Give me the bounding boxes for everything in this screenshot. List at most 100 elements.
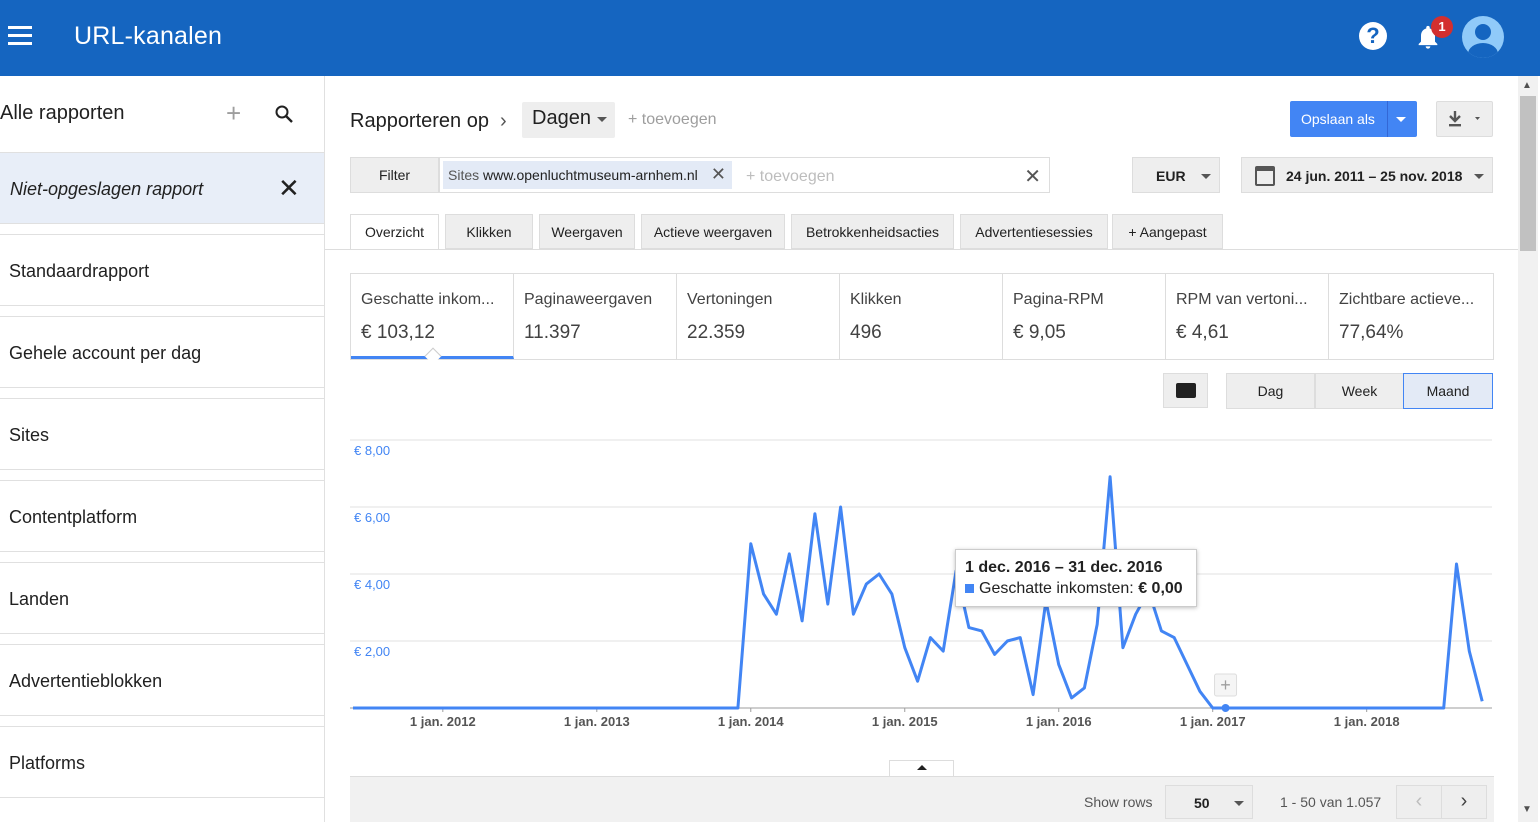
add-dimension-link[interactable]: + toevoegen (628, 111, 717, 129)
avatar[interactable] (1462, 16, 1504, 58)
tab-advertentiesessies[interactable]: Advertentiesessies (960, 214, 1108, 249)
tab-aangepast-label: Aangepast (1139, 224, 1207, 240)
x-tick-label: 1 jan. 2012 (410, 714, 476, 729)
metric-impressions[interactable]: Vertoningen 22.359 (677, 274, 840, 359)
remove-filter-icon[interactable]: ✕ (711, 164, 726, 185)
y-tick-label: € 2,00 (354, 644, 390, 659)
sidebar-item-standaardrapport[interactable]: Standaardrapport (0, 234, 324, 306)
filter-placeholder: + toevoegen (746, 168, 835, 185)
period-week-button[interactable]: Week (1315, 373, 1404, 409)
chevron-down-icon[interactable] (1396, 117, 1406, 122)
comment-icon (1176, 383, 1196, 398)
search-icon[interactable] (274, 104, 294, 124)
pagination-range: 1 - 50 van 1.057 (1280, 794, 1382, 810)
tab-actieve-weergaven[interactable]: Actieve weergaven (641, 214, 785, 249)
metric-clicks[interactable]: Klikken 496 (840, 274, 1003, 359)
next-page-button[interactable]: › (1441, 785, 1487, 819)
tooltip-date: 1 dec. 2016 – 31 dec. 2016 (965, 559, 1163, 576)
save-as-button[interactable]: Opslaan als (1290, 101, 1417, 137)
sidebar-item-unsaved-report[interactable]: Niet-opgeslagen rapport ✕ (0, 152, 324, 224)
series-line (353, 475, 1484, 710)
sidebar-header: Alle rapporten + (0, 76, 325, 152)
metric-active-view-viewable[interactable]: Zichtbare actieve... 77,64% (1329, 274, 1492, 359)
show-rows-label: Show rows (1084, 794, 1153, 810)
period-month-button[interactable]: Maand (1403, 373, 1493, 409)
x-tick-label: 1 jan. 2018 (1334, 714, 1400, 729)
previous-page-button[interactable]: ‹ (1396, 785, 1442, 819)
rows-per-page-value: 50 (1194, 795, 1210, 811)
sidebar-item-contentplatform[interactable]: Contentplatform (0, 480, 324, 552)
download-button[interactable] (1436, 101, 1493, 137)
chevron-down-icon (1474, 174, 1484, 179)
metric-value: 77,64% (1339, 322, 1404, 343)
sidebar-item-label: Gehele account per dag (9, 343, 202, 363)
metric-value: € 9,05 (1013, 322, 1066, 343)
x-tick-label: 1 jan. 2015 (872, 714, 938, 729)
add-report-icon[interactable]: + (226, 98, 241, 129)
date-range-select[interactable]: 24 jun. 2011 – 25 nov. 2018 (1241, 157, 1493, 193)
save-as-label: Opslaan als (1301, 111, 1375, 127)
sidebar-item-label: Landen (9, 589, 70, 609)
scrollbar-thumb[interactable] (1520, 96, 1536, 251)
metric-pageviews[interactable]: Paginaweergaven 11.397 (514, 274, 677, 359)
tooltip-series-name: Geschatte inkomsten: (979, 580, 1134, 597)
filter-input[interactable]: Sites www.openluchtmuseum-arnhem.nl ✕ + … (439, 157, 1050, 193)
rows-per-page-select[interactable]: 50 (1165, 785, 1253, 819)
metric-value: € 4,61 (1176, 322, 1229, 343)
metric-label: Paginaweergaven (524, 291, 653, 308)
filter-chip-value: www.openluchtmuseum-arnhem.nl (483, 167, 698, 183)
series-swatch (965, 584, 974, 593)
tooltip-value: € 0,00 (1138, 580, 1183, 597)
unsaved-report-label: Niet-opgeslagen rapport (10, 179, 204, 199)
report-main: Rapporteren op › Dagen + toevoegen Opsla… (325, 76, 1518, 822)
y-tick-label: € 4,00 (354, 577, 390, 592)
x-tick-label: 1 jan. 2017 (1180, 714, 1246, 729)
sidebar-item-gehele-account[interactable]: Gehele account per dag (0, 316, 324, 388)
close-icon[interactable]: ✕ (278, 173, 300, 204)
scroll-up-icon[interactable]: ▲ (1522, 80, 1532, 91)
sidebar-item-landen[interactable]: Landen (0, 562, 324, 634)
metric-value: € 103,12 (361, 322, 435, 343)
menu-icon[interactable] (8, 26, 32, 46)
metric-impression-rpm[interactable]: RPM van vertoni... € 4,61 (1166, 274, 1329, 359)
tab-aangepast[interactable]: + Aangepast (1112, 214, 1223, 249)
tooltip-series: Geschatte inkomsten: € 0,00 (965, 580, 1183, 598)
filter-button[interactable]: Filter (350, 157, 439, 193)
active-pointer (424, 347, 442, 365)
tab-weergaven[interactable]: Weergaven (539, 214, 635, 249)
metric-page-rpm[interactable]: Pagina-RPM € 9,05 (1003, 274, 1166, 359)
sidebar-item-label: Advertentieblokken (9, 671, 163, 691)
help-icon[interactable]: ? (1359, 22, 1387, 50)
metric-label: Zichtbare actieve... (1339, 291, 1475, 308)
sidebar-item-sites[interactable]: Sites (0, 398, 324, 470)
x-tick-label: 1 jan. 2014 (718, 714, 785, 729)
chart-canvas: € 8,00 € 6,00 € 4,00 € 2,00 1 jan. 2012 1 jan… (350, 439, 1492, 729)
tab-overzicht[interactable]: Overzicht (350, 214, 439, 250)
tab-klikken[interactable]: Klikken (445, 214, 533, 249)
filter-chip[interactable]: Sites www.openluchtmuseum-arnhem.nl ✕ (443, 161, 732, 189)
metric-value: 496 (850, 322, 882, 343)
metric-estimated-earnings[interactable]: Geschatte inkom... € 103,12 (351, 274, 514, 365)
app-title: URL-kanalen (74, 22, 223, 50)
scroll-down-icon[interactable]: ▼ (1522, 804, 1532, 815)
chevron-up-icon (917, 765, 927, 770)
chevron-down-icon (1234, 801, 1244, 806)
annotations-button[interactable] (1163, 373, 1208, 408)
divider (325, 249, 1518, 250)
breadcrumb-label: Rapporteren op (350, 110, 489, 132)
divider (1387, 101, 1388, 137)
download-icon (1449, 111, 1480, 127)
scrollbar[interactable]: ▲ ▼ (1518, 76, 1538, 822)
sidebar-item-platforms[interactable]: Platforms (0, 726, 324, 798)
metric-label: Vertoningen (687, 291, 773, 308)
currency-select[interactable]: EUR (1132, 157, 1220, 193)
sidebar-item-advertentieblokken[interactable]: Advertentieblokken (0, 644, 324, 716)
period-day-button[interactable]: Dag (1226, 373, 1315, 409)
clear-filter-icon[interactable]: ✕ (1024, 164, 1041, 189)
metric-label: Klikken (850, 291, 902, 308)
sidebar-item-label: Contentplatform (9, 507, 138, 527)
earnings-chart: € 8,00 € 6,00 € 4,00 € 2,00 1 jan. 2012 1 jan… (350, 416, 1494, 736)
metric-label: Geschatte inkom... (361, 291, 495, 308)
dimension-select[interactable]: Dagen (522, 102, 615, 138)
tab-betrokkenheidsacties[interactable]: Betrokkenheidsacties (791, 214, 954, 249)
